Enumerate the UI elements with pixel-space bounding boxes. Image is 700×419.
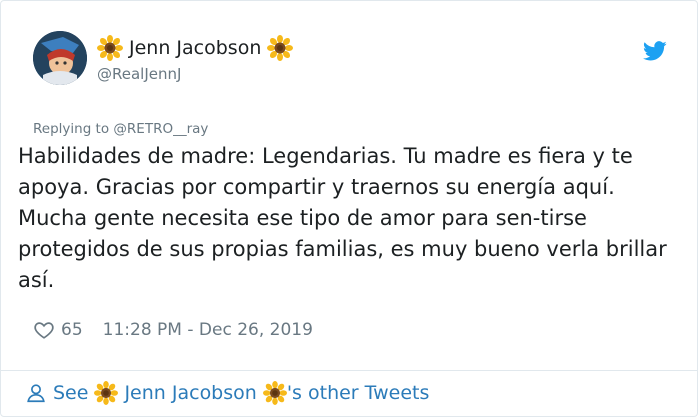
twitter-bird-icon[interactable] [643, 39, 667, 63]
tweet-header: Jenn Jacobson @RealJennJ [33, 31, 667, 91]
avatar[interactable] [33, 31, 87, 85]
heart-icon[interactable] [33, 319, 55, 341]
author-display-name-text: Jenn Jacobson [129, 37, 262, 59]
author-display-name[interactable]: Jenn Jacobson [97, 35, 294, 61]
like-count[interactable]: 65 [61, 320, 83, 340]
author-handle[interactable]: @RealJennJ [97, 65, 293, 83]
user-icon [27, 384, 45, 403]
tweet-meta: 65 11:28 PM - Dec 26, 2019 [33, 319, 313, 341]
footer-divider [1, 370, 697, 371]
see-other-tweets-link[interactable]: See Jenn Jacobson 's other Tweets [25, 381, 429, 405]
see-label: See [53, 382, 89, 404]
tweet-text: Habilidades de madre: Legendarias. Tu ma… [18, 144, 667, 292]
avatar-image [33, 31, 87, 85]
tweet-timestamp[interactable]: 11:28 PM - Dec 26, 2019 [103, 320, 313, 340]
sunflower-icon [267, 35, 294, 61]
see-name: Jenn Jacobson [124, 382, 257, 404]
reply-mention-link[interactable]: @RETRO__ray [113, 121, 208, 137]
author-names: Jenn Jacobson @RealJennJ [97, 35, 294, 83]
sunflower-icon [262, 381, 287, 405]
sunflower-icon [94, 381, 119, 405]
tweet-card: Jenn Jacobson @RealJennJ Replying to @RE… [0, 0, 698, 417]
replying-to-label: Replying to [33, 121, 114, 137]
replying-to: Replying to @RETRO__ray [33, 121, 208, 137]
see-suffix: 's other Tweets [286, 382, 430, 404]
sunflower-icon [97, 35, 123, 61]
